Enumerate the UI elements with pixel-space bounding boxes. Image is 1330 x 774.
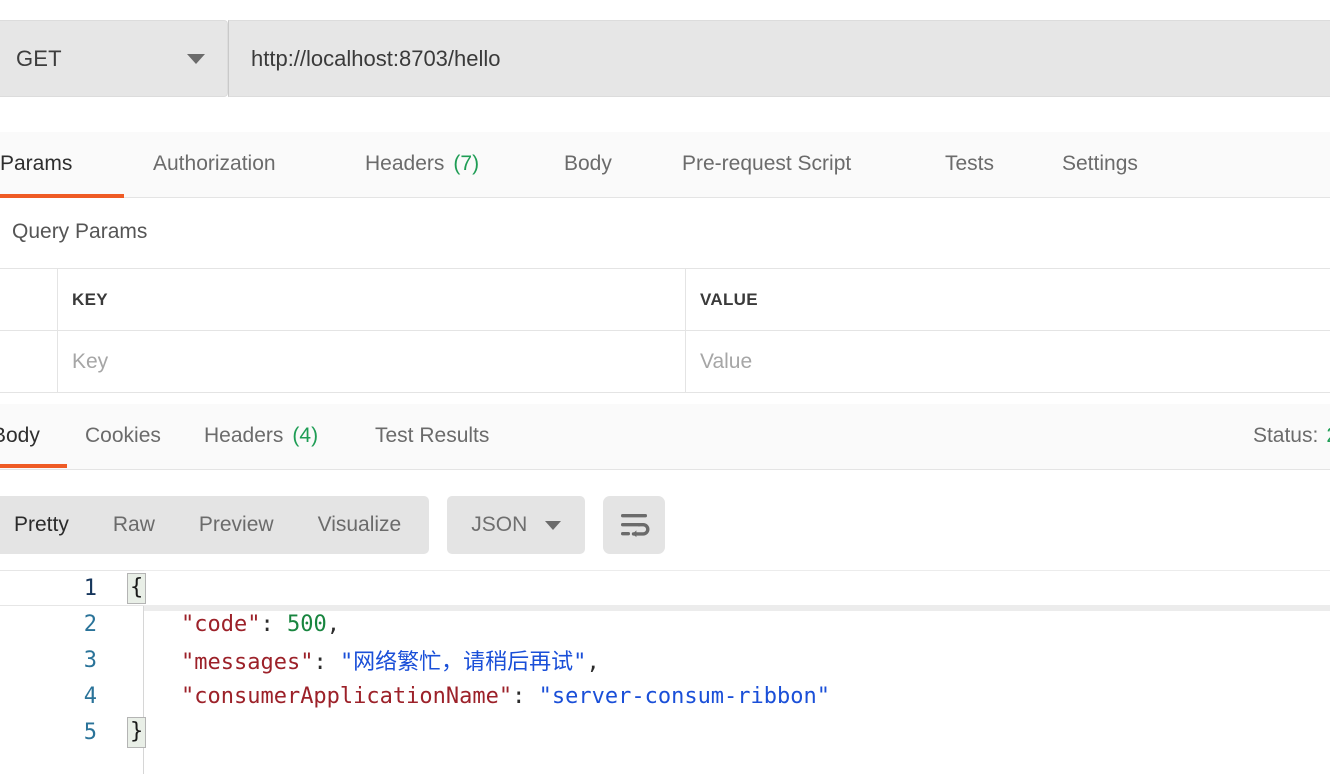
code-token-punc <box>128 650 181 675</box>
response-tab-label: Body <box>0 424 40 447</box>
response-format-dropdown[interactable]: JSON <box>447 496 586 554</box>
code-token-str: "网络繁忙，请稍后再试" <box>339 650 587 675</box>
bracket-match-highlight: } <box>127 716 147 748</box>
status-label: Status: <box>1252 424 1319 447</box>
table-row: Key Value <box>0 331 1330 392</box>
request-tab-params[interactable]: Params <box>0 132 124 198</box>
word-wrap-toggle[interactable] <box>603 496 666 554</box>
view-mode-visualize[interactable]: Visualize <box>296 496 424 554</box>
request-tab-label: Body <box>564 152 612 175</box>
code-token-punc: , <box>326 611 340 637</box>
request-tab-tests[interactable]: Tests <box>945 132 1003 198</box>
view-mode-label: Pretty <box>14 513 69 536</box>
response-tab-cookies[interactable]: Cookies <box>85 404 187 468</box>
bracket-match-highlight: { <box>127 572 147 604</box>
view-mode-pretty[interactable]: Pretty <box>0 496 91 554</box>
view-mode-label: Raw <box>112 513 155 536</box>
column-header-value: VALUE <box>700 289 758 309</box>
param-key-input[interactable]: Key <box>58 331 686 392</box>
code-token-str: "server-consum-ribbon" <box>538 683 831 709</box>
request-tab-label: Pre-request Script <box>682 152 852 175</box>
param-value-input[interactable]: Value <box>686 331 1330 392</box>
request-tab-label: Headers <box>365 152 445 175</box>
param-key-placeholder: Key <box>72 349 109 373</box>
table-header-row: KEY VALUE <box>0 269 1330 331</box>
response-tabs: Status: 2 Body Cookies Headers (4) Test Resu… <box>0 404 1330 470</box>
http-method-label: GET <box>16 45 62 71</box>
line-number: 5 <box>83 719 97 745</box>
code-line-text: "messages": "网络繁忙，请稍后再试", <box>120 644 600 676</box>
response-tab-test-results[interactable]: Test Results <box>375 404 533 468</box>
code-token-punc <box>128 612 181 637</box>
request-url-bar: GET http://localhost:8703/hello <box>0 20 1330 97</box>
response-tab-label: Cookies <box>85 424 161 447</box>
row-checkbox-cell[interactable] <box>0 331 58 392</box>
response-tab-label: Test Results <box>375 424 490 447</box>
code-token-num: 500 <box>286 611 327 637</box>
code-token-key: "consumerApplicationName" <box>180 683 513 709</box>
response-format-label: JSON <box>471 513 528 536</box>
request-tab-authorization[interactable]: Authorization <box>153 132 305 198</box>
line-number: 4 <box>83 683 97 709</box>
view-mode-label: Visualize <box>317 513 402 536</box>
word-wrap-icon <box>621 514 650 538</box>
code-line: 2 "code": 500, <box>0 606 1330 642</box>
request-tab-label: Settings <box>1062 152 1138 175</box>
view-mode-group: Pretty Raw Preview Visualize <box>0 496 430 554</box>
chevron-down-icon <box>187 53 205 64</box>
param-value-placeholder: Value <box>700 349 753 373</box>
header-checkbox-cell <box>0 269 58 330</box>
request-tab-body[interactable]: Body <box>564 132 627 198</box>
code-token-punc: : <box>260 611 287 637</box>
code-token-punc: , <box>586 650 600 675</box>
view-mode-preview[interactable]: Preview <box>177 496 296 554</box>
postman-request-response-pane: GET http://localhost:8703/hello Params Au… <box>0 0 1330 774</box>
line-number: 1 <box>83 575 97 601</box>
request-tab-settings[interactable]: Settings <box>1062 132 1154 198</box>
request-tab-headers[interactable]: Headers (7) <box>365 132 505 198</box>
code-line-text: "consumerApplicationName": "server-consu… <box>120 684 830 709</box>
response-tab-label: Headers <box>204 424 284 447</box>
request-tab-label: Params <box>0 152 73 175</box>
response-tab-body[interactable]: Body <box>0 404 67 468</box>
code-token-key: "messages" <box>180 650 314 675</box>
code-line-text: { <box>120 572 147 604</box>
code-token-punc: : <box>313 650 340 675</box>
request-tabs: Params Authorization Headers (7) Body Pre-req… <box>0 132 1330 198</box>
response-view-toolbar: Pretty Raw Preview Visualize JSON <box>0 496 666 554</box>
request-tab-label: Tests <box>945 152 995 175</box>
code-line: 5} <box>0 714 1330 750</box>
response-body-code-viewer[interactable]: 1{2 "code": 500, 3 "messages": "网络繁忙，请稍后再… <box>0 570 1330 774</box>
response-tab-headers[interactable]: Headers (4) <box>204 404 334 468</box>
request-tab-label: Authorization <box>153 152 276 175</box>
query-params-table: KEY VALUE Key Value <box>0 268 1330 393</box>
code-line-text: } <box>120 716 147 748</box>
view-mode-raw[interactable]: Raw <box>91 496 177 554</box>
chevron-down-icon <box>545 520 562 530</box>
http-method-dropdown[interactable]: GET <box>0 20 228 97</box>
url-value: http://localhost:8703/hello <box>251 45 501 71</box>
line-number: 2 <box>83 611 97 637</box>
url-input[interactable]: http://localhost:8703/hello <box>228 20 1330 97</box>
code-token-key: "code" <box>180 611 261 637</box>
header-key-cell: KEY <box>58 269 686 330</box>
code-lines: 1{2 "code": 500, 3 "messages": "网络繁忙，请稍后再… <box>0 570 1330 750</box>
status-badge: Status: 2 <box>1253 404 1330 468</box>
query-params-title: Query Params <box>12 220 148 243</box>
column-header-key: KEY <box>72 289 108 309</box>
view-mode-label: Preview <box>198 513 274 536</box>
status-code: 2 <box>1326 424 1330 448</box>
header-value-cell: VALUE <box>686 269 1330 330</box>
request-tab-pre-request-script[interactable]: Pre-request Script <box>682 132 886 198</box>
code-token-punc: : <box>512 683 539 709</box>
code-token-punc <box>128 684 181 709</box>
line-number: 3 <box>83 647 97 673</box>
code-line: 1{ <box>0 570 1330 611</box>
code-line: 3 "messages": "网络繁忙，请稍后再试", <box>0 642 1330 678</box>
request-tab-count: (7) <box>453 152 480 175</box>
response-tab-count: (4) <box>292 424 319 447</box>
code-line: 4 "consumerApplicationName": "server-con… <box>0 678 1330 714</box>
code-line-text: "code": 500, <box>120 612 340 637</box>
